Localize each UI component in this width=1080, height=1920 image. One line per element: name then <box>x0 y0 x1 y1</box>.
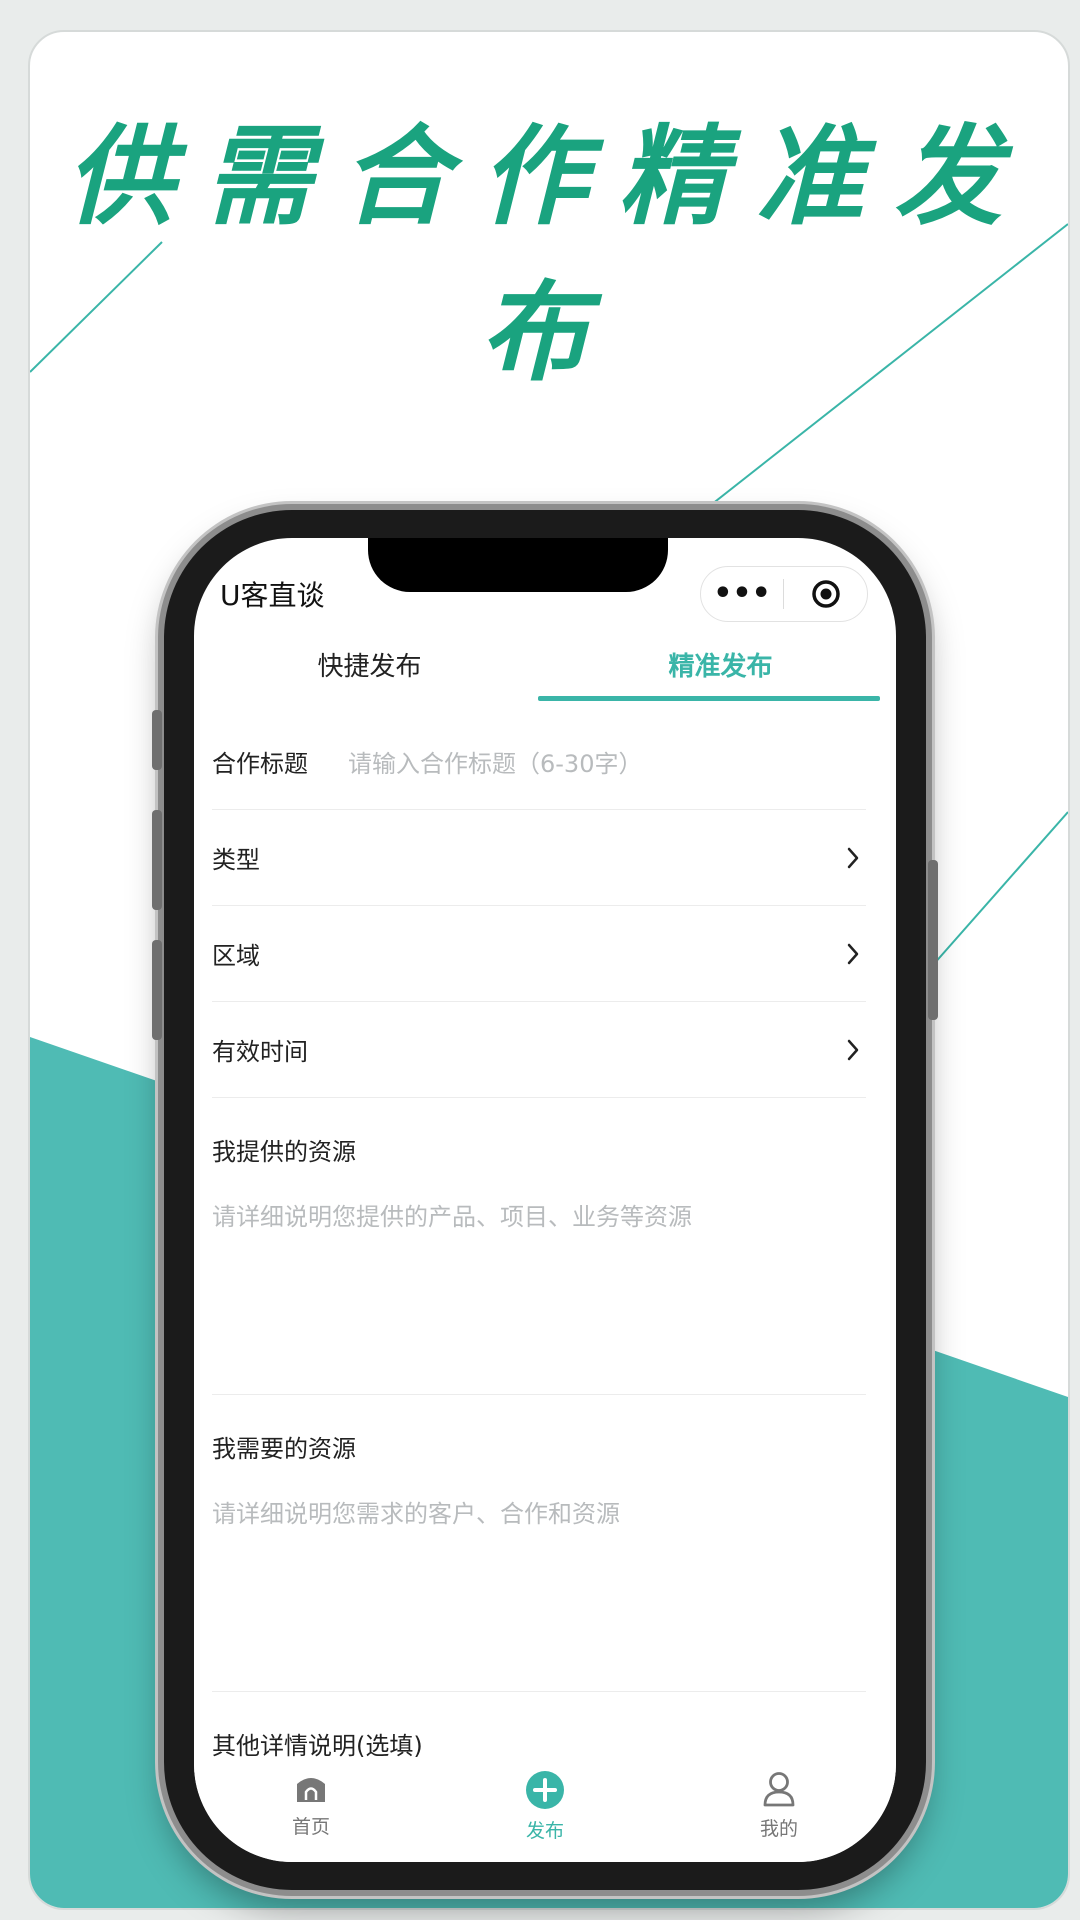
phone-notch <box>368 538 668 592</box>
tabbar-mine[interactable]: 我的 <box>662 1762 896 1862</box>
region-row[interactable]: 区域 <box>212 906 866 1002</box>
need-resources-block: 我需要的资源 请详细说明您需求的客户、合作和资源 <box>212 1395 866 1692</box>
type-label: 类型 <box>212 846 260 874</box>
need-resources-label: 我需要的资源 <box>212 1435 356 1463</box>
need-resources-textarea[interactable]: 请详细说明您需求的客户、合作和资源 <box>212 1494 866 1529</box>
provide-resources-block: 我提供的资源 请详细说明您提供的产品、项目、业务等资源 <box>212 1098 866 1395</box>
phone-side-button <box>152 710 162 770</box>
tabbar-home[interactable]: 首页 <box>194 1762 428 1862</box>
phone-side-button <box>928 860 938 1020</box>
plus-circle-icon <box>526 1771 564 1809</box>
phone-side-button <box>152 940 162 1040</box>
phone-side-button <box>152 810 162 910</box>
chevron-right-icon <box>847 943 859 964</box>
active-tab-indicator <box>538 696 880 701</box>
chevron-right-icon <box>847 1039 859 1060</box>
tabbar-home-label: 首页 <box>291 1816 330 1838</box>
close-button[interactable] <box>784 578 867 610</box>
provide-resources-textarea[interactable]: 请详细说明您提供的产品、项目、业务等资源 <box>212 1197 866 1232</box>
publish-form: 合作标题 请输入合作标题（6-30字） 类型 区域 有效时间 我提供的资源 请详… <box>212 714 866 1761</box>
app-title: U客直谈 <box>220 579 325 612</box>
region-label: 区域 <box>212 942 260 970</box>
tab-quick-publish[interactable]: 快捷发布 <box>194 638 545 710</box>
phone-screen: U客直谈 ••• 快捷发布 精准发布 合作标题 请输入合作标题（6-30字） 类… <box>194 538 896 1862</box>
type-row[interactable]: 类型 <box>212 810 866 906</box>
valid-time-row[interactable]: 有效时间 <box>212 1002 866 1098</box>
tabbar-publish-label: 发布 <box>525 1820 564 1842</box>
more-button[interactable]: ••• <box>701 567 783 621</box>
title-row: 合作标题 请输入合作标题（6-30字） <box>212 714 866 810</box>
miniprogram-capsule: ••• <box>700 566 868 622</box>
bottom-tab-bar: 首页 发布 我的 <box>194 1762 896 1862</box>
valid-time-label: 有效时间 <box>212 1038 308 1066</box>
tabbar-publish[interactable]: 发布 <box>428 1762 662 1862</box>
provide-resources-label: 我提供的资源 <box>212 1138 356 1166</box>
user-icon <box>763 1772 795 1807</box>
chevron-right-icon <box>847 847 859 868</box>
headline: 供需合作精准发布 <box>65 114 1032 396</box>
target-icon <box>811 580 840 608</box>
tabbar-mine-label: 我的 <box>759 1818 798 1840</box>
phone-mockup: U客直谈 ••• 快捷发布 精准发布 合作标题 请输入合作标题（6-30字） 类… <box>152 510 938 1890</box>
home-icon <box>297 1778 325 1802</box>
title-input[interactable]: 请输入合作标题（6-30字） <box>348 744 642 779</box>
other-details-label: 其他详情说明(选填) <box>212 1732 423 1760</box>
title-label: 合作标题 <box>212 750 308 778</box>
